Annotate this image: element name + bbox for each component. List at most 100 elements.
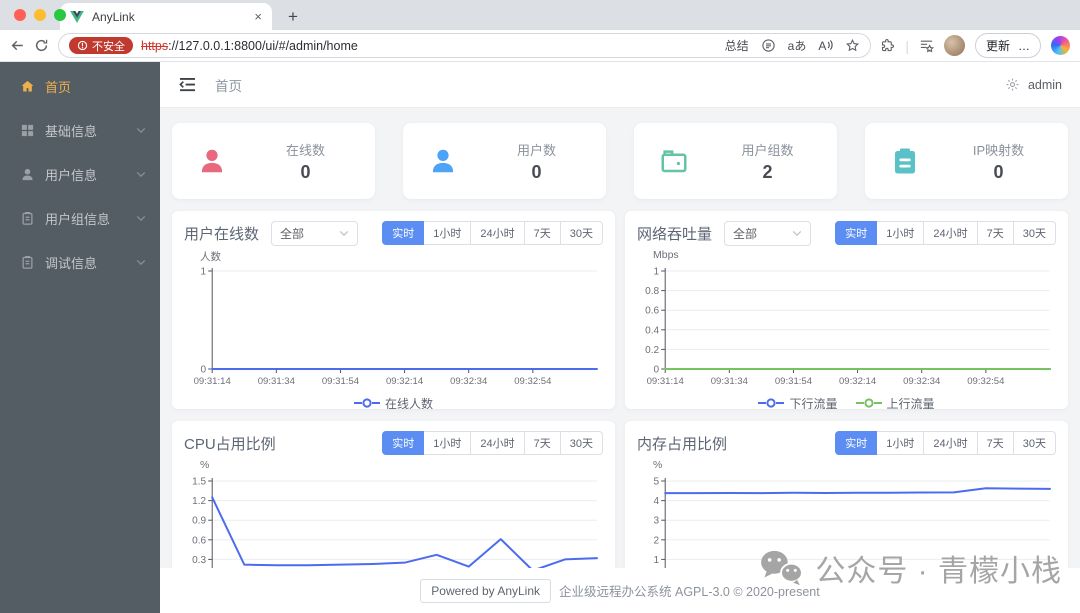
breadcrumb: 首页 xyxy=(215,78,242,94)
summarize-button[interactable]: 总结 xyxy=(725,37,749,54)
svg-text:1.5: 1.5 xyxy=(192,477,206,488)
toolbar-right: | 更新 … xyxy=(880,33,1070,58)
sidebar-item-basic-info[interactable]: 基础信息 xyxy=(0,108,160,152)
home-icon xyxy=(20,79,35,94)
sidebar-item-user-group-info[interactable]: 用户组信息 xyxy=(0,196,160,240)
stat-label: 用户数 xyxy=(516,142,556,158)
legend-label: 上行流量 xyxy=(886,396,935,410)
range-button-3[interactable]: 7天 xyxy=(977,431,1014,455)
range-button-0[interactable]: 实时 xyxy=(835,221,878,245)
legend-marker-icon xyxy=(758,398,785,408)
legend-item[interactable]: 下行流量 xyxy=(758,395,838,409)
panel-user-online: 用户在线数 全部 实时 1小时 24小时 7天 30天 人数 0 1 09:31:14 09:… xyxy=(172,211,615,409)
extensions-icon[interactable] xyxy=(880,38,895,53)
stat-label: IP映射数 xyxy=(972,142,1025,158)
stat-text: 在线数 0 xyxy=(252,140,375,183)
read-aloud-icon[interactable]: A xyxy=(818,39,833,53)
chart-legend: 下行流量 上行流量 xyxy=(637,393,1056,409)
legend-marker-icon xyxy=(353,398,380,408)
range-button-4[interactable]: 30天 xyxy=(560,221,603,245)
range-button-0[interactable]: 实时 xyxy=(835,431,878,455)
copilot-icon[interactable] xyxy=(1051,36,1070,55)
legend-label: 在线人数 xyxy=(384,396,433,410)
range-button-3[interactable]: 7天 xyxy=(977,221,1014,245)
stat-text: IP映射数 0 xyxy=(945,140,1068,183)
range-button-0[interactable]: 实时 xyxy=(382,221,425,245)
range-button-1[interactable]: 1小时 xyxy=(877,431,925,455)
range-button-4[interactable]: 30天 xyxy=(560,431,603,455)
time-range-buttons: 实时 1小时 24小时 7天 30天 xyxy=(382,431,603,455)
powered-by-link[interactable]: Powered by AnyLink xyxy=(420,578,552,603)
scope-select[interactable]: 全部 xyxy=(724,220,812,246)
legend-item[interactable]: 上行流量 xyxy=(855,395,935,410)
back-icon[interactable] xyxy=(10,38,25,53)
dashboard-content: 在线数 0 用户数 0 用户组数 2 IP映射数 0 用户在线数 全部 实时 1小时 24小时 7天… xyxy=(160,108,1080,613)
range-button-0[interactable]: 实时 xyxy=(382,431,425,455)
line-chart: 0 1 09:31:14 09:31:34 09:31:54 09:32:14 09:32:… xyxy=(194,267,598,387)
clipboard-filled-icon xyxy=(865,146,945,176)
reading-mode-icon[interactable] xyxy=(761,38,776,53)
time-range-buttons: 实时 1小时 24小时 7天 30天 xyxy=(382,221,603,245)
svg-text:09:32:14: 09:32:14 xyxy=(839,376,877,387)
legend-item[interactable]: 在线人数 xyxy=(353,395,433,410)
chevron-down-icon xyxy=(339,230,349,237)
svg-text:0.4: 0.4 xyxy=(645,325,659,336)
window-close-button[interactable] xyxy=(14,9,26,21)
range-button-2[interactable]: 24小时 xyxy=(924,221,978,245)
chevron-down-icon xyxy=(136,171,146,178)
time-range-buttons: 实时 1小时 24小时 7天 30天 xyxy=(835,221,1056,245)
clipboard-icon xyxy=(20,211,35,226)
address-bar[interactable]: 不安全 https://127.0.0.1:8800/ui/#/admin/ho… xyxy=(58,33,872,58)
profile-avatar[interactable] xyxy=(943,35,965,56)
scope-select[interactable]: 全部 xyxy=(271,220,359,246)
update-button[interactable]: 更新 … xyxy=(974,33,1041,58)
y-axis-name: % xyxy=(200,459,210,471)
range-button-2[interactable]: 24小时 xyxy=(924,431,978,455)
sidebar-item-label: 基础信息 xyxy=(45,123,98,139)
sidebar-item-home[interactable]: 首页 xyxy=(0,64,160,108)
range-button-2[interactable]: 24小时 xyxy=(471,431,525,455)
stat-label: 在线数 xyxy=(285,142,325,158)
range-button-3[interactable]: 7天 xyxy=(524,221,561,245)
svg-text:0.6: 0.6 xyxy=(645,306,659,317)
stat-value: 0 xyxy=(300,161,311,182)
svg-text:0: 0 xyxy=(201,365,207,376)
stat-card-user-count: 用户数 0 xyxy=(403,123,606,199)
range-button-1[interactable]: 1小时 xyxy=(424,431,472,455)
stat-card-online-count: 在线数 0 xyxy=(172,123,375,199)
reload-icon[interactable] xyxy=(34,38,49,53)
range-button-3[interactable]: 7天 xyxy=(524,431,561,455)
window-minimize-button[interactable] xyxy=(34,9,46,21)
clipboard-icon xyxy=(20,255,35,270)
range-button-4[interactable]: 30天 xyxy=(1013,221,1056,245)
chevron-down-icon xyxy=(136,215,146,222)
security-badge[interactable]: 不安全 xyxy=(69,37,133,54)
chart-legend: 在线人数 xyxy=(184,393,603,409)
tab-close-icon[interactable]: × xyxy=(254,10,262,23)
favorites-icon[interactable] xyxy=(919,38,934,53)
sidebar-item-label: 首页 xyxy=(45,79,72,95)
range-button-4[interactable]: 30天 xyxy=(1013,431,1056,455)
panel-title: 用户在线数 xyxy=(184,225,260,243)
sidebar-item-debug-info[interactable]: 调试信息 xyxy=(0,240,160,284)
user-menu[interactable]: admin xyxy=(1028,78,1062,92)
browser-tab[interactable]: AnyLink × xyxy=(60,3,272,30)
window-zoom-button[interactable] xyxy=(54,9,66,21)
svg-text:0.9: 0.9 xyxy=(192,516,206,527)
url-text: https://127.0.0.1:8800/ui/#/admin/home xyxy=(141,39,717,53)
range-button-2[interactable]: 24小时 xyxy=(471,221,525,245)
sidebar: 首页基础信息用户信息 用户组信息 调试信息 xyxy=(0,62,160,613)
panel-title: CPU占用比例 xyxy=(184,435,276,453)
bookmark-star-icon[interactable] xyxy=(845,38,860,53)
svg-text:0.6: 0.6 xyxy=(192,535,206,546)
range-button-1[interactable]: 1小时 xyxy=(424,221,472,245)
translate-icon[interactable]: aあ xyxy=(788,37,807,54)
sidebar-item-user-info[interactable]: 用户信息 xyxy=(0,152,160,196)
svg-text:3: 3 xyxy=(654,516,660,527)
settings-gear-icon[interactable] xyxy=(1005,77,1020,92)
y-axis-name: % xyxy=(653,459,663,471)
range-button-1[interactable]: 1小时 xyxy=(877,221,925,245)
svg-text:1: 1 xyxy=(654,267,660,278)
new-tab-button[interactable]: + xyxy=(288,8,298,25)
collapse-sidebar-icon[interactable] xyxy=(178,77,197,92)
